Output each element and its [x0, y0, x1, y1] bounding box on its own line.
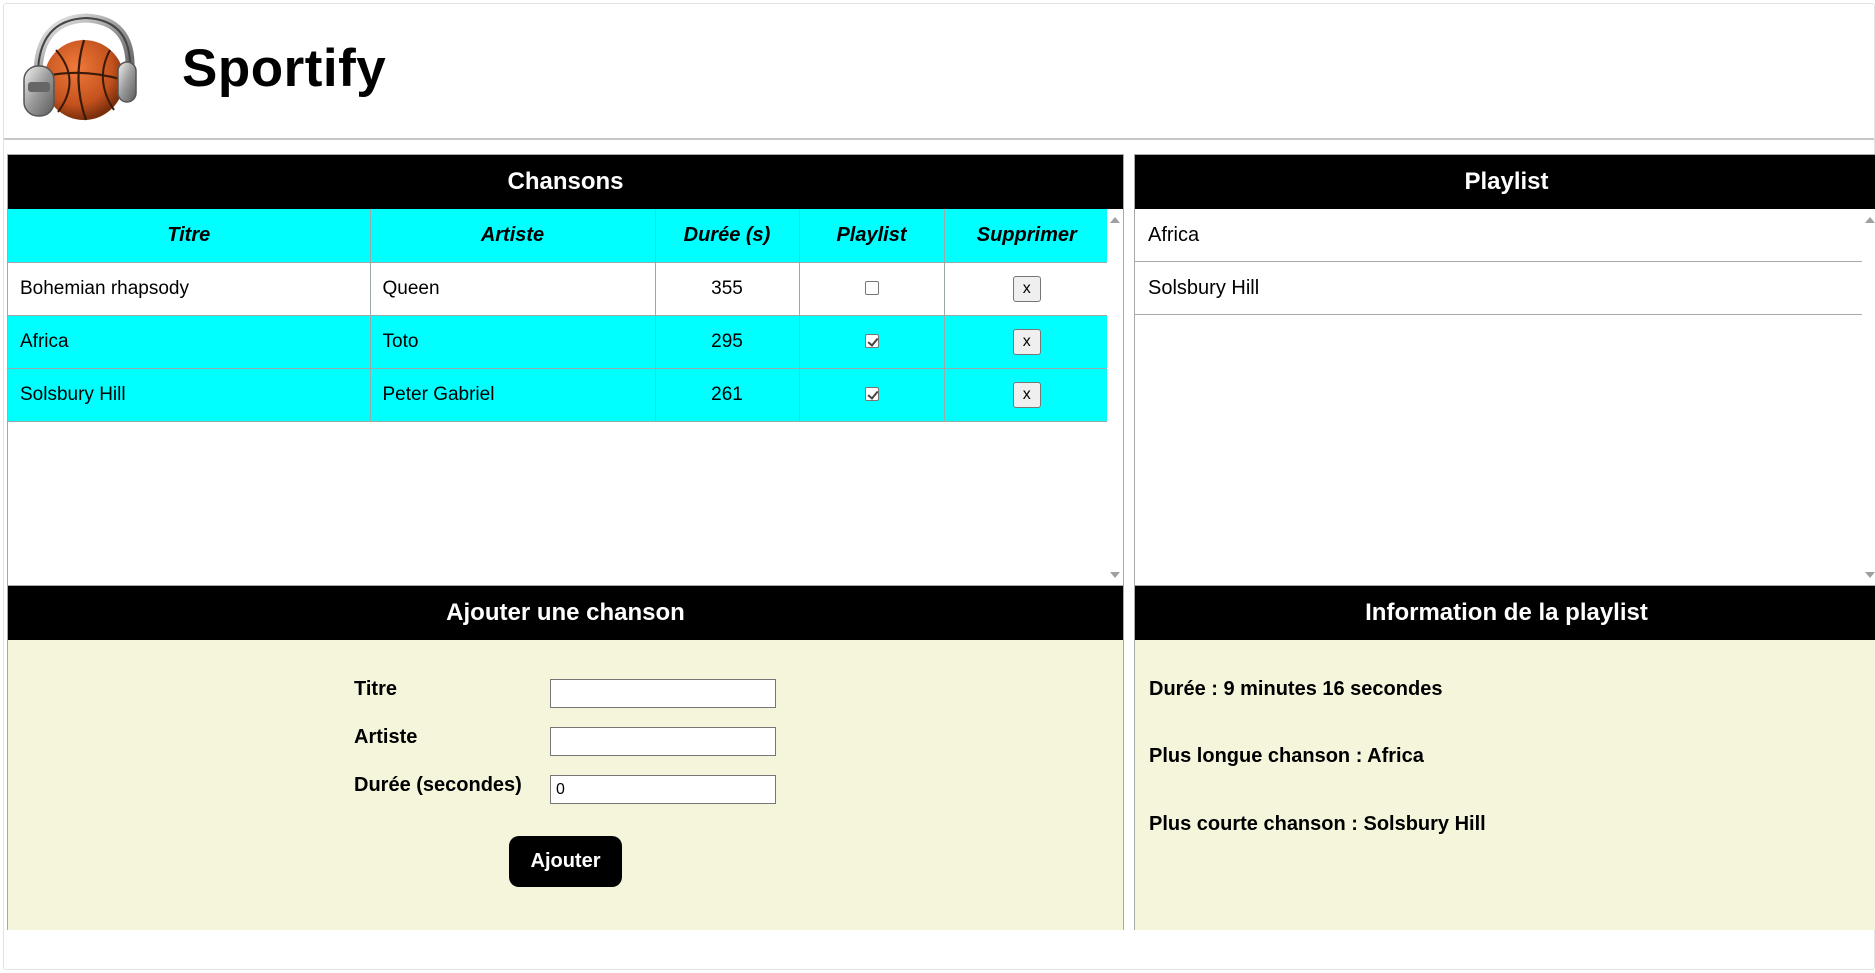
scroll-down-icon[interactable]	[1110, 572, 1120, 578]
playlist-panel: Playlist Africa Solsbury Hill	[1134, 154, 1875, 586]
col-artist: Artiste	[370, 209, 656, 262]
list-item: Solsbury Hill	[1135, 262, 1863, 315]
duration-input[interactable]	[550, 775, 776, 804]
longest-song-text: Plus longue chanson : Africa	[1149, 745, 1424, 767]
col-delete: Supprimer	[944, 209, 1109, 262]
playlist-info-heading: Information de la playlist	[1135, 586, 1875, 640]
song-duration: 261	[655, 367, 800, 422]
add-song-panel: Ajouter une chanson Titre Artiste Durée …	[7, 585, 1124, 930]
playlist-scrollbar[interactable]	[1862, 209, 1875, 586]
delete-button[interactable]: x	[1012, 328, 1041, 355]
songs-scroll-area[interactable]: Titre Artiste Durée (s) Playlist Supprim…	[8, 209, 1123, 586]
app-header: Sportify	[4, 4, 1874, 140]
songs-heading: Chansons	[8, 155, 1123, 209]
scroll-up-icon[interactable]	[1865, 217, 1875, 223]
songs-panel: Chansons Titre Artiste Durée (s) Playlis…	[7, 154, 1124, 586]
song-title: Solsbury Hill	[8, 367, 371, 422]
playlist-checkbox[interactable]	[864, 281, 879, 296]
col-playlist: Playlist	[799, 209, 945, 262]
song-duration: 355	[655, 261, 800, 315]
title-label: Titre	[354, 678, 397, 700]
song-artist: Toto	[370, 314, 656, 368]
table-row: Africa Toto 295 x	[8, 314, 1109, 368]
add-button[interactable]: Ajouter	[509, 836, 622, 887]
song-title: Africa	[8, 314, 371, 368]
title-input[interactable]	[550, 679, 776, 708]
list-item: Africa	[1135, 209, 1863, 262]
app-title: Sportify	[182, 39, 387, 98]
playlist-duration-text: Durée : 9 minutes 16 secondes	[1149, 678, 1443, 700]
playlist-scroll-area[interactable]: Africa Solsbury Hill	[1135, 209, 1875, 586]
artist-label: Artiste	[354, 726, 418, 748]
playlist-heading: Playlist	[1135, 155, 1875, 209]
shortest-song-text: Plus courte chanson : Solsbury Hill	[1149, 813, 1486, 835]
artist-input[interactable]	[550, 727, 776, 756]
song-artist: Queen	[370, 261, 656, 315]
add-song-heading: Ajouter une chanson	[8, 586, 1123, 640]
col-duration: Durée (s)	[655, 209, 800, 262]
table-row: Bohemian rhapsody Queen 355 x	[8, 261, 1109, 315]
scroll-up-icon[interactable]	[1110, 217, 1120, 223]
delete-button[interactable]: x	[1012, 275, 1041, 302]
songs-table: Titre Artiste Durée (s) Playlist Supprim…	[8, 209, 1109, 422]
playlist-checkbox[interactable]	[864, 334, 879, 349]
headphones-basketball-logo	[23, 13, 137, 121]
delete-button[interactable]: x	[1012, 381, 1041, 408]
scroll-down-icon[interactable]	[1865, 572, 1875, 578]
add-song-form: Titre Artiste Durée (secondes) Ajouter	[8, 640, 1123, 930]
table-row: Solsbury Hill Peter Gabriel 261 x	[8, 367, 1109, 422]
song-title: Bohemian rhapsody	[8, 261, 371, 315]
playlist-checkbox[interactable]	[864, 387, 879, 402]
col-title: Titre	[8, 209, 371, 262]
page: Sportify Chansons Titre Artiste Durée (s…	[3, 3, 1875, 970]
song-duration: 295	[655, 314, 800, 368]
playlist-info-body: Durée : 9 minutes 16 secondes Plus longu…	[1135, 640, 1875, 930]
duration-label: Durée (secondes)	[354, 774, 522, 796]
song-artist: Peter Gabriel	[370, 367, 656, 422]
playlist-info-panel: Information de la playlist Durée : 9 min…	[1134, 585, 1875, 930]
songs-scrollbar[interactable]	[1107, 209, 1123, 586]
